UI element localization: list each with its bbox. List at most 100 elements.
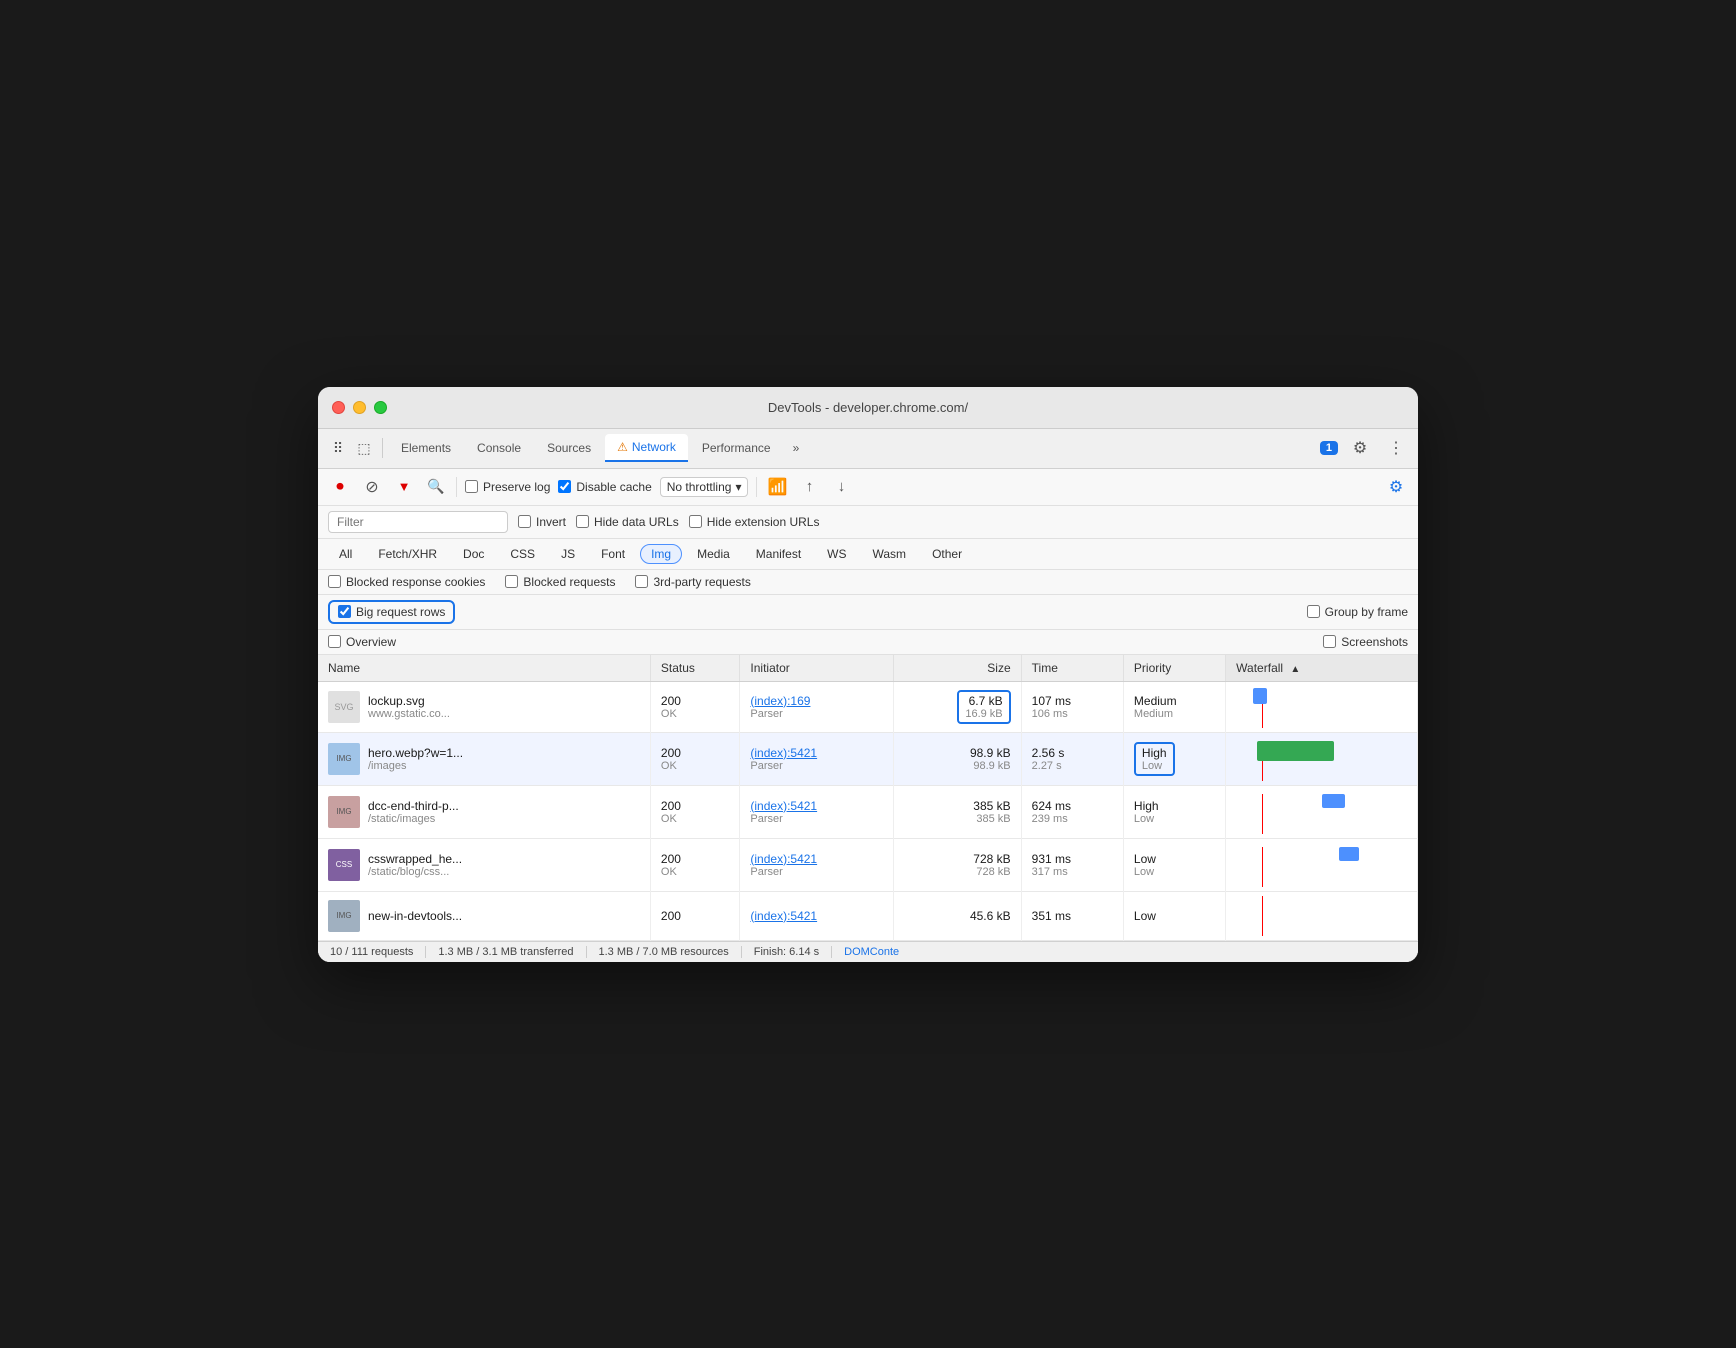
cell-name: IMG new-in-devtools...: [318, 891, 650, 940]
settings-icon[interactable]: ⚙: [1346, 434, 1374, 462]
toolbar-sep-1: [456, 477, 457, 497]
tab-elements[interactable]: Elements: [389, 435, 463, 461]
filter-toggle-icon[interactable]: ▼: [392, 475, 416, 499]
domcontent-loaded: DOMConte: [832, 946, 899, 958]
network-table-container[interactable]: Name Status Initiator Size Time Priority…: [318, 655, 1418, 941]
stop-recording-icon[interactable]: ⏺: [328, 475, 352, 499]
tab-actions: 1 ⚙ ⋮: [1320, 434, 1410, 462]
col-initiator[interactable]: Initiator: [740, 655, 893, 682]
col-priority[interactable]: Priority: [1123, 655, 1225, 682]
type-btn-media[interactable]: Media: [686, 544, 741, 564]
blocked-requests-checkbox[interactable]: [505, 575, 518, 588]
screenshots-label[interactable]: Screenshots: [1323, 635, 1408, 649]
tab-performance[interactable]: Performance: [690, 435, 783, 461]
wifi-icon[interactable]: 📶: [765, 475, 789, 499]
type-btn-font[interactable]: Font: [590, 544, 636, 564]
upload-icon[interactable]: ↑: [797, 475, 821, 499]
invert-checkbox[interactable]: [518, 515, 531, 528]
screenshots-checkbox[interactable]: [1323, 635, 1336, 648]
cell-status: 200: [650, 891, 739, 940]
type-btn-wasm[interactable]: Wasm: [862, 544, 918, 564]
type-btn-fetch[interactable]: Fetch/XHR: [367, 544, 448, 564]
tab-divider: [382, 438, 383, 458]
cursor-icon[interactable]: ⠿: [326, 436, 350, 460]
cell-size: 385 kB 385 kB: [893, 785, 1021, 838]
big-request-rows-checkbox[interactable]: [338, 605, 351, 618]
checkbox-row-3: Overview Screenshots: [318, 630, 1418, 655]
table-row[interactable]: SVG lockup.svg www.gstatic.co... 200 OK: [318, 681, 1418, 732]
tab-network[interactable]: ⚠ Network: [605, 434, 688, 462]
download-icon[interactable]: ↓: [829, 475, 853, 499]
file-origin: /static/images: [368, 813, 459, 825]
table-row[interactable]: IMG new-in-devtools... 200 (index):5: [318, 891, 1418, 940]
type-btn-manifest[interactable]: Manifest: [745, 544, 812, 564]
device-icon[interactable]: ⬚: [352, 436, 376, 460]
table-row[interactable]: CSS csswrapped_he... /static/blog/css...…: [318, 838, 1418, 891]
tab-sources[interactable]: Sources: [535, 435, 603, 461]
group-by-frame-label[interactable]: Group by frame: [1307, 605, 1408, 619]
filter-input[interactable]: [328, 511, 508, 533]
group-by-frame-checkbox[interactable]: [1307, 605, 1320, 618]
file-origin: /static/blog/css...: [368, 866, 462, 878]
overview-checkbox[interactable]: [328, 635, 341, 648]
file-thumb: IMG: [328, 900, 360, 932]
clear-icon[interactable]: ⊘: [360, 475, 384, 499]
file-thumb: IMG: [328, 743, 360, 775]
tab-bar: ⠿ ⬚ Elements Console Sources ⚠ Network P…: [318, 429, 1418, 469]
maximize-button[interactable]: [374, 401, 387, 414]
overview-label[interactable]: Overview: [328, 635, 396, 649]
traffic-lights: [332, 401, 387, 414]
disable-cache-checkbox-label[interactable]: Disable cache: [558, 480, 651, 494]
big-request-rows-label[interactable]: Big request rows: [328, 600, 455, 624]
search-icon[interactable]: 🔍: [424, 475, 448, 499]
tab-console[interactable]: Console: [465, 435, 533, 461]
type-btn-ws[interactable]: WS: [816, 544, 857, 564]
cell-status: 200 OK: [650, 785, 739, 838]
table-row[interactable]: IMG dcc-end-third-p... /static/images 20…: [318, 785, 1418, 838]
cell-waterfall: [1226, 732, 1418, 785]
file-name: csswrapped_he...: [368, 852, 462, 866]
network-settings-icon[interactable]: ⚙: [1384, 475, 1408, 499]
throttle-select[interactable]: No throttling ▾: [660, 477, 749, 497]
cell-initiator: (index):5421 Parser: [740, 838, 893, 891]
invert-checkbox-label[interactable]: Invert: [518, 515, 566, 529]
col-waterfall[interactable]: Waterfall ▲: [1226, 655, 1418, 682]
col-size[interactable]: Size: [893, 655, 1021, 682]
type-btn-js[interactable]: JS: [550, 544, 586, 564]
more-options-icon[interactable]: ⋮: [1382, 434, 1410, 462]
tab-more[interactable]: »: [785, 437, 808, 459]
third-party-requests-label[interactable]: 3rd-party requests: [635, 575, 750, 589]
hide-extension-urls-checkbox-label[interactable]: Hide extension URLs: [689, 515, 820, 529]
file-origin: www.gstatic.co...: [368, 708, 450, 720]
cell-priority: Low: [1123, 891, 1225, 940]
type-btn-css[interactable]: CSS: [499, 544, 546, 564]
blocked-cookies-checkbox[interactable]: [328, 575, 341, 588]
blocked-cookies-label[interactable]: Blocked response cookies: [328, 575, 485, 589]
blocked-requests-label[interactable]: Blocked requests: [505, 575, 615, 589]
preserve-log-checkbox-label[interactable]: Preserve log: [465, 480, 550, 494]
table-row[interactable]: IMG hero.webp?w=1... /images 200 OK: [318, 732, 1418, 785]
cell-time: 351 ms: [1021, 891, 1123, 940]
col-time[interactable]: Time: [1021, 655, 1123, 682]
hide-data-urls-checkbox-label[interactable]: Hide data URLs: [576, 515, 679, 529]
disable-cache-checkbox[interactable]: [558, 480, 571, 493]
close-button[interactable]: [332, 401, 345, 414]
col-name[interactable]: Name: [318, 655, 650, 682]
hide-data-urls-checkbox[interactable]: [576, 515, 589, 528]
type-btn-all[interactable]: All: [328, 544, 363, 564]
file-origin: /images: [368, 760, 463, 772]
cell-status: 200 OK: [650, 732, 739, 785]
type-btn-other[interactable]: Other: [921, 544, 973, 564]
type-btn-doc[interactable]: Doc: [452, 544, 495, 564]
notifications-badge[interactable]: 1: [1320, 441, 1338, 455]
third-party-requests-checkbox[interactable]: [635, 575, 648, 588]
preserve-log-checkbox[interactable]: [465, 480, 478, 493]
cell-priority: Medium Medium: [1123, 681, 1225, 732]
minimize-button[interactable]: [353, 401, 366, 414]
cell-waterfall: [1226, 681, 1418, 732]
hide-extension-urls-checkbox[interactable]: [689, 515, 702, 528]
cell-size: 98.9 kB 98.9 kB: [893, 732, 1021, 785]
type-btn-img[interactable]: Img: [640, 544, 682, 564]
cell-initiator: (index):5421 Parser: [740, 732, 893, 785]
col-status[interactable]: Status: [650, 655, 739, 682]
